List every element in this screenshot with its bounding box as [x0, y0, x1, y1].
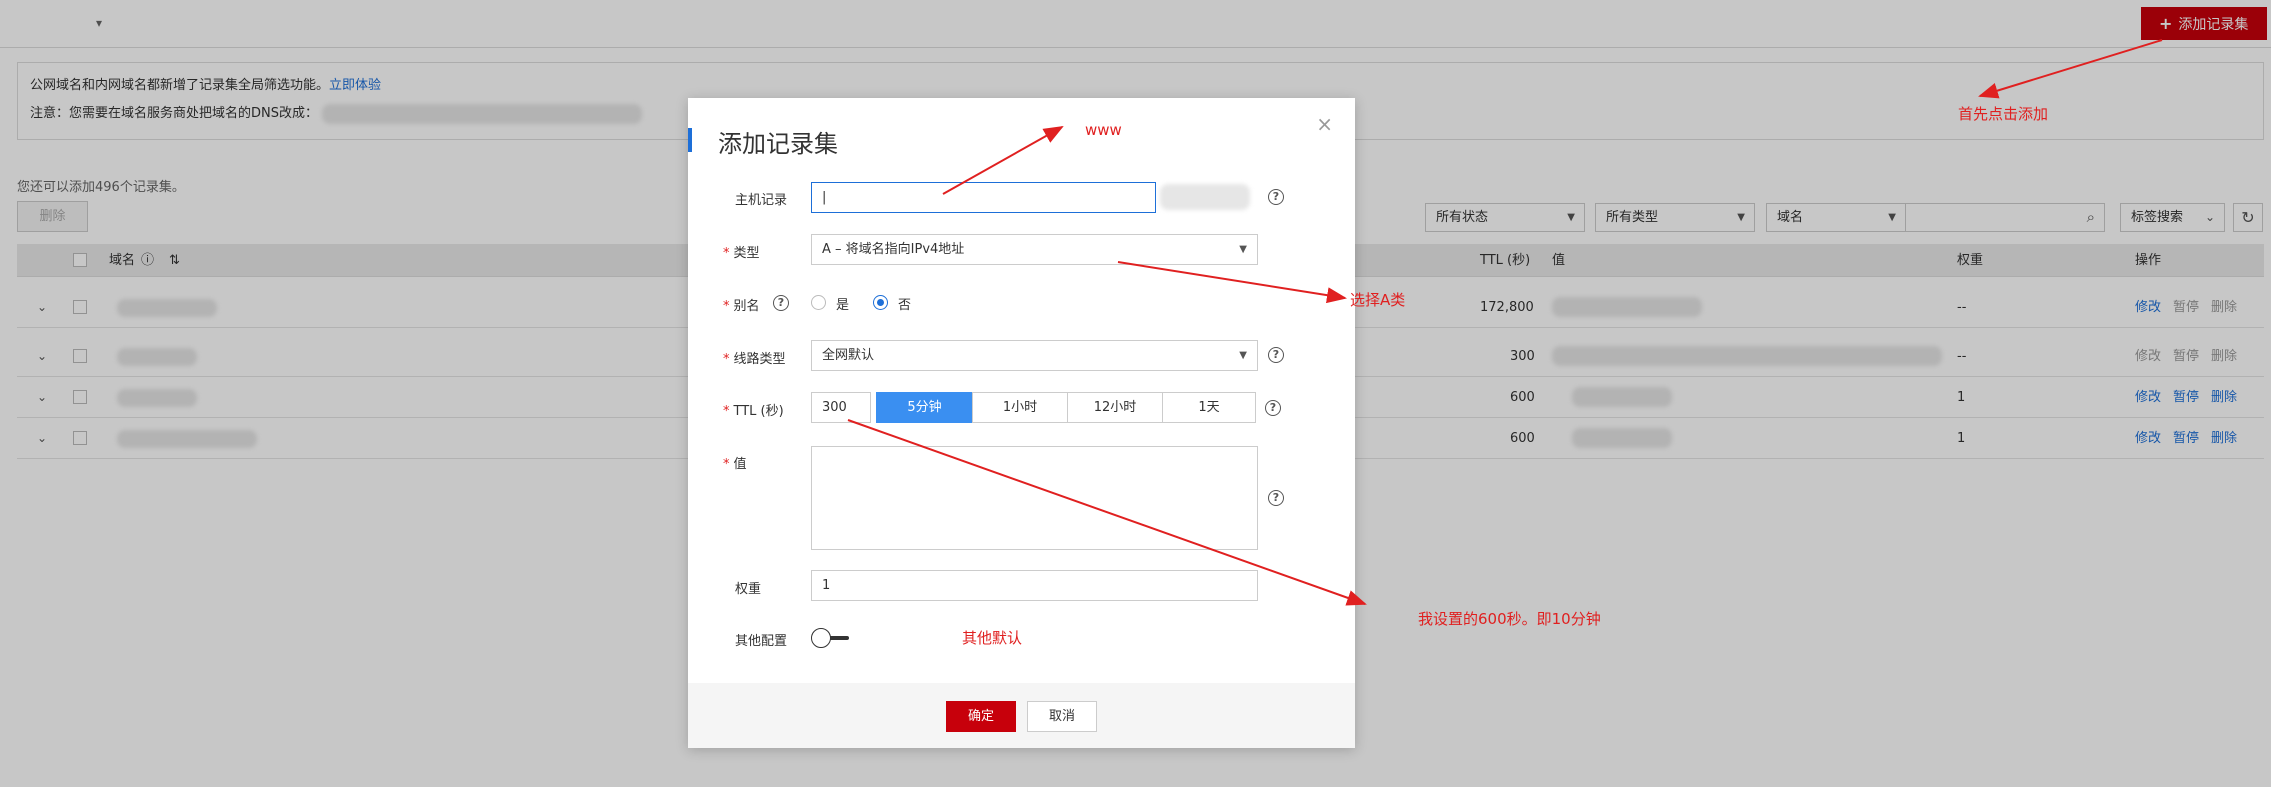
annotation-arrows [847, 39, 2163, 606]
annotation-ttl-note: 我设置的600秒。即10分钟 [1418, 610, 1601, 628]
annotation-first-add: 首先点击添加 [1958, 105, 2049, 123]
arrow-to-ttl-note [847, 419, 1367, 606]
annotation-other-default: 其他默认 [962, 629, 1023, 647]
arrow-to-www [942, 126, 1064, 195]
arrow-to-select-a [1117, 261, 1347, 304]
annotation-www: www [1085, 121, 1122, 139]
annotation-select-a: 选择A类 [1350, 291, 1406, 309]
arrow-to-add-button [1978, 39, 2163, 99]
